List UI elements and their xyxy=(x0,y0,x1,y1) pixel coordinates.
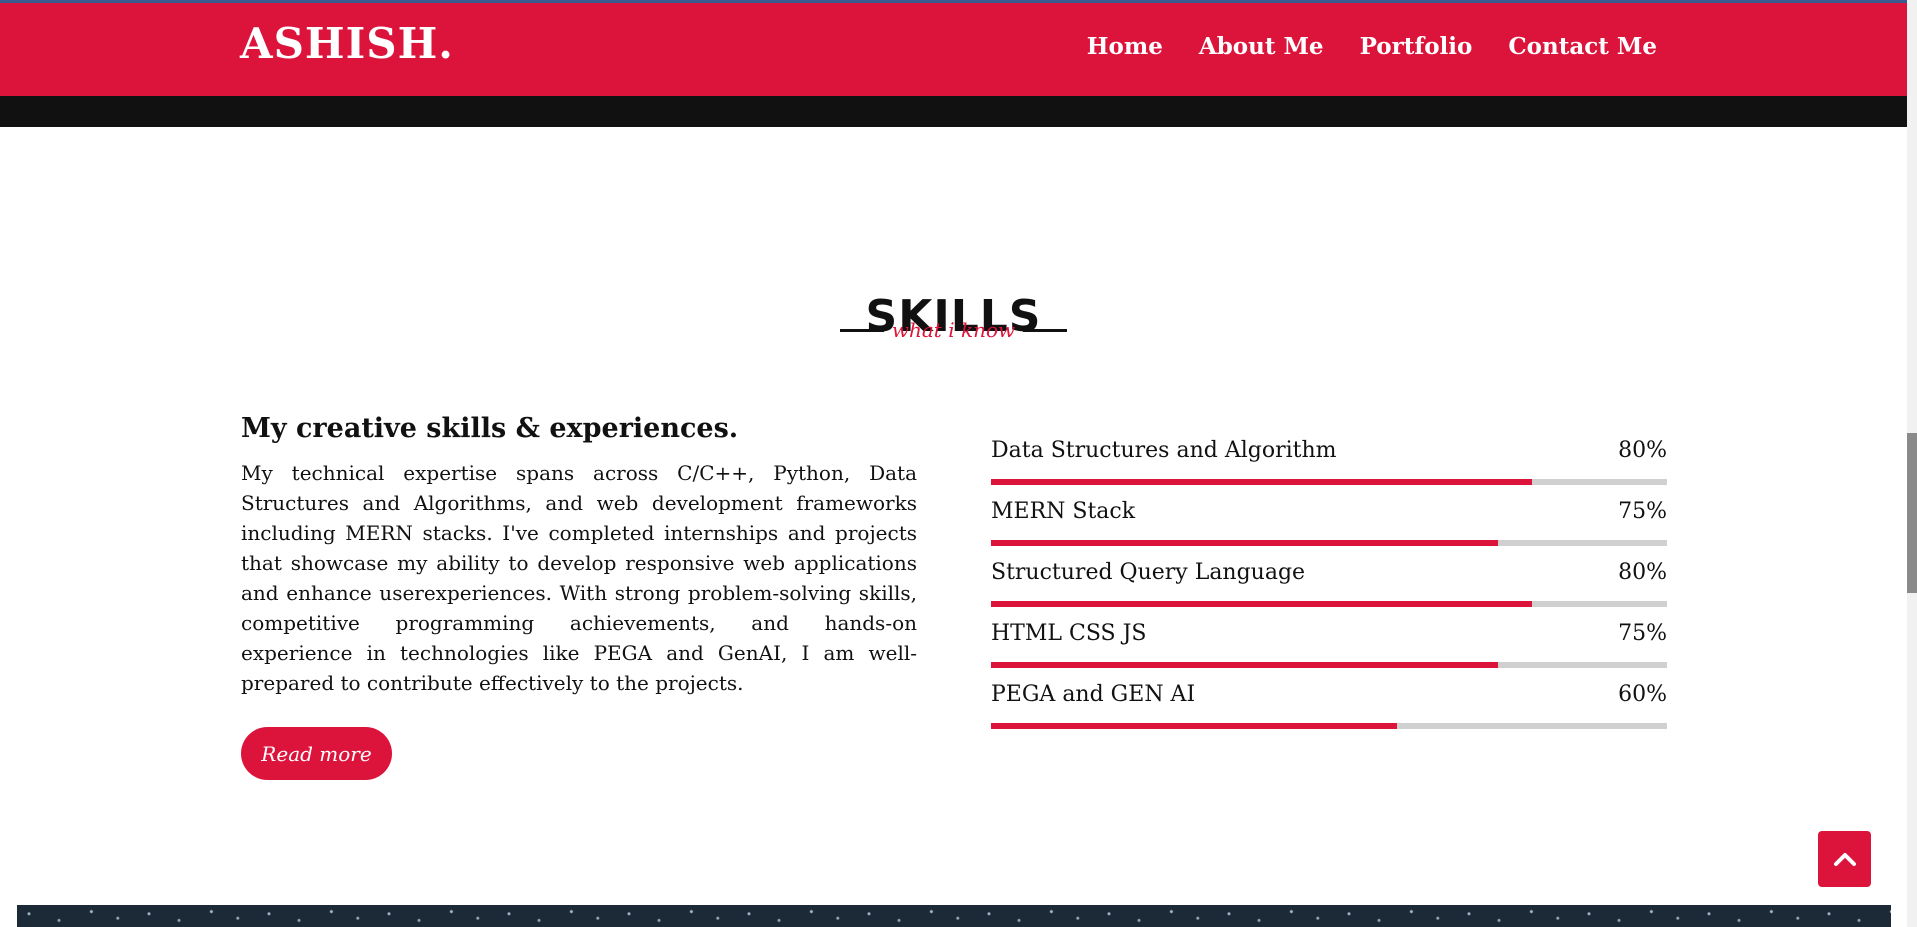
nav-link-home[interactable]: Home xyxy=(1087,35,1163,58)
skill-name: MERN Stack xyxy=(991,499,1136,524)
skill-bar-fill xyxy=(991,662,1498,668)
main-nav: Home About Me Portfolio Contact Me xyxy=(1087,35,1657,58)
skill-bar-fill xyxy=(991,540,1498,546)
skill-name: Data Structures and Algorithm xyxy=(991,438,1337,463)
skills-intro: My creative skills & experiences. My tec… xyxy=(241,414,917,698)
skill-bars: Data Structures and Algorithm 80% MERN S… xyxy=(991,440,1667,745)
back-to-top-button[interactable] xyxy=(1818,831,1871,887)
site-logo[interactable]: ASHISH. xyxy=(240,23,454,65)
skill-item: Structured Query Language 80% xyxy=(991,562,1667,623)
skill-percent: 80% xyxy=(1618,438,1667,463)
section-subtitle-row: what i know xyxy=(0,320,1907,340)
page-scrollbar[interactable] xyxy=(1907,0,1917,927)
skill-percent: 80% xyxy=(1618,560,1667,585)
section-subtitle: what i know xyxy=(891,318,1016,342)
skill-bar-fill xyxy=(991,479,1532,485)
skill-bar-track xyxy=(991,479,1667,485)
subtitle-divider-left xyxy=(839,328,884,332)
skill-item: PEGA and GEN AI 60% xyxy=(991,684,1667,745)
chevron-up-icon xyxy=(1833,853,1856,866)
header-dark-band xyxy=(0,96,1907,127)
skill-item: MERN Stack 75% xyxy=(991,501,1667,562)
subtitle-divider-right xyxy=(1023,328,1068,332)
skill-percent: 75% xyxy=(1618,499,1667,524)
skill-name: HTML CSS JS xyxy=(991,621,1147,646)
skills-description: My technical expertise spans across C/C+… xyxy=(241,460,917,695)
skill-bar-track xyxy=(991,723,1667,729)
skill-name: PEGA and GEN AI xyxy=(991,682,1196,707)
skill-item: Data Structures and Algorithm 80% xyxy=(991,440,1667,501)
nav-link-about-me[interactable]: About Me xyxy=(1199,35,1324,58)
read-more-button[interactable]: Read more xyxy=(241,727,392,780)
skill-bar-fill xyxy=(991,601,1532,607)
skill-percent: 75% xyxy=(1618,621,1667,646)
skill-bar-track xyxy=(991,662,1667,668)
skill-bar-track xyxy=(991,540,1667,546)
navbar: ASHISH. Home About Me Portfolio Contact … xyxy=(0,3,1907,96)
next-section-starfield xyxy=(17,905,1891,927)
skills-heading: My creative skills & experiences. xyxy=(241,413,739,444)
nav-link-contact-me[interactable]: Contact Me xyxy=(1508,35,1657,58)
scrollbar-thumb[interactable] xyxy=(1907,433,1917,593)
skill-item: HTML CSS JS 75% xyxy=(991,623,1667,684)
skill-percent: 60% xyxy=(1618,682,1667,707)
nav-link-portfolio[interactable]: Portfolio xyxy=(1360,35,1473,58)
page: ASHISH. Home About Me Portfolio Contact … xyxy=(0,0,1917,927)
skill-bar-track xyxy=(991,601,1667,607)
skill-bar-fill xyxy=(991,723,1397,729)
skill-name: Structured Query Language xyxy=(991,560,1306,585)
